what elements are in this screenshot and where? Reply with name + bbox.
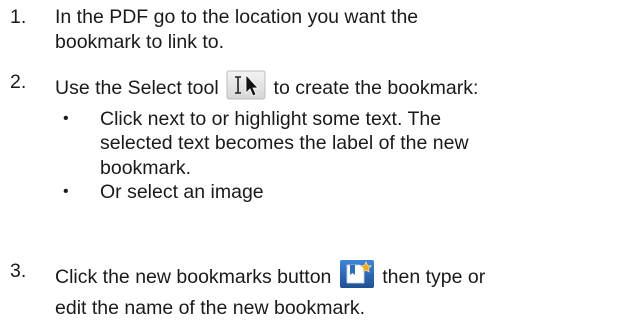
bullet-marker: •: [63, 183, 69, 200]
step-number: 3.: [10, 260, 27, 282]
bullet-list: • Click next to or highlight some text. …: [55, 107, 639, 205]
bullet-line: selected text becomes the label of the n…: [100, 132, 469, 154]
bullet-line: bookmark.: [100, 156, 192, 179]
bullet-item: • Or select an image: [55, 180, 639, 205]
bullet-marker: •: [63, 109, 69, 127]
step-line: Click the new bookmarks button then type…: [55, 259, 639, 296]
step-number: 1.: [10, 6, 27, 28]
step-line: Use the Select tool to create the bookma…: [55, 70, 639, 107]
step-text-before-icon: Use the Select tool: [55, 77, 219, 99]
bullet-item: • Click next to or highlight some text. …: [55, 107, 639, 181]
bullet-line: Click next to or highlight some text. Th…: [100, 107, 442, 130]
step-line: bookmark to link to.: [55, 30, 225, 53]
step-text: Click the new bookmarks button then type…: [55, 259, 639, 320]
bullet-line: Or select an image: [100, 181, 264, 203]
new-bookmark-icon: [339, 259, 375, 296]
step-text: In the PDF go to the location you want t…: [55, 5, 639, 54]
step-number: 2.: [10, 71, 27, 93]
step-text-after-icon: to create the bookmark:: [273, 77, 479, 99]
step-text: Use the Select tool to create the bookma…: [55, 70, 639, 205]
select-tool-icon: [226, 70, 266, 107]
step-text-after-icon: then type or: [382, 266, 486, 288]
instructions-document: 1. In the PDF go to the location you wan…: [0, 0, 643, 327]
step-line: edit the name of the new bookmark.: [55, 296, 366, 319]
step-text-before-icon: Click the new bookmarks button: [55, 266, 332, 288]
step-line: In the PDF go to the location you want t…: [55, 6, 419, 28]
